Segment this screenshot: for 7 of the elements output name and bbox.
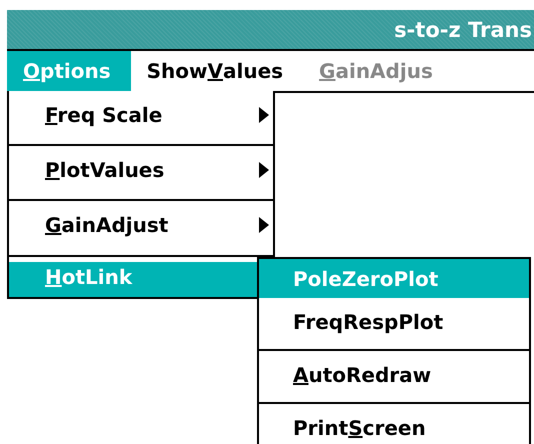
window-title: s-to-z Trans [394, 18, 532, 42]
menu-item[interactable]: PrintScreen [259, 402, 529, 444]
menu-item[interactable]: PlotValues [9, 144, 273, 194]
menu-item[interactable]: GainAdjust [9, 199, 273, 249]
menu-item[interactable]: AutoRedraw [259, 349, 529, 398]
menu-item[interactable]: Freq Scale [9, 91, 273, 139]
menu-item[interactable]: FreqRespPlot [259, 298, 529, 345]
